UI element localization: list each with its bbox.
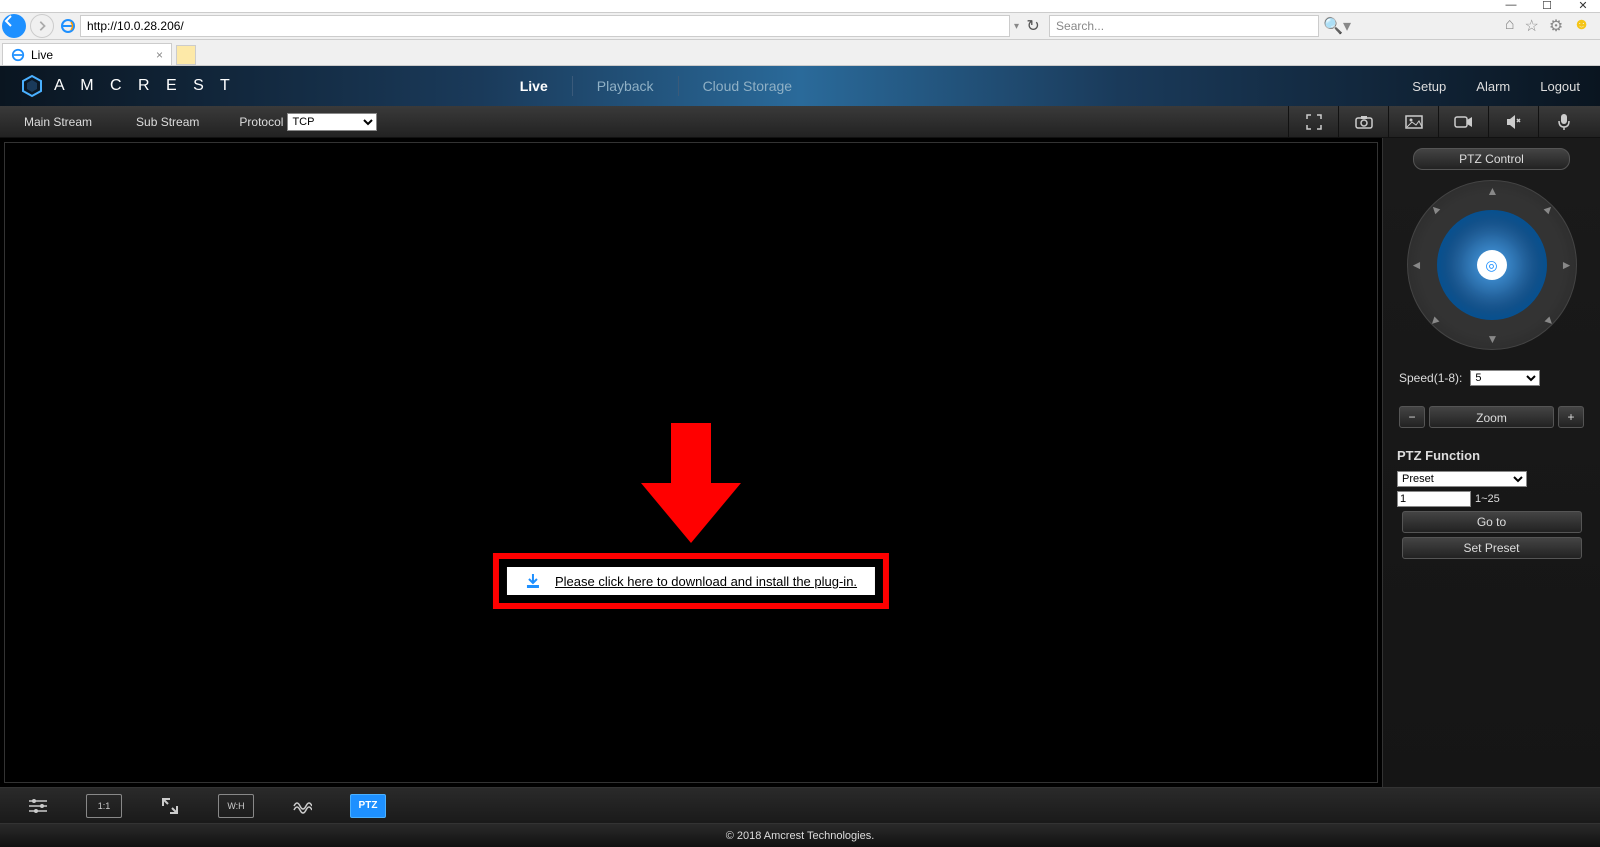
ptz-down-arrow[interactable]: ▼ — [1487, 332, 1499, 346]
window-minimize[interactable]: — — [1502, 0, 1520, 10]
protocol-label: Protocol — [239, 115, 283, 129]
download-plugin-link[interactable]: Please click here to download and instal… — [555, 574, 857, 589]
sub-stream-button[interactable]: Sub Stream — [124, 111, 211, 133]
ptz-direction-dial[interactable]: ◎ ▲ ▼ ◄ ► ▲ ▲ ▼ ▼ — [1407, 180, 1577, 350]
main-area: Please click here to download and instal… — [0, 138, 1600, 787]
forward-button[interactable] — [30, 14, 54, 38]
fluency-icon[interactable] — [284, 794, 320, 818]
brand-text: A M C R E S T — [54, 77, 236, 95]
footer: © 2018 Amcrest Technologies. — [0, 823, 1600, 847]
goto-button[interactable]: Go to — [1402, 511, 1582, 533]
main-stream-button[interactable]: Main Stream — [12, 111, 104, 133]
app-header: A M C R E S T Live Playback Cloud Storag… — [0, 66, 1600, 106]
ratio-11-button[interactable]: 1:1 — [86, 794, 122, 818]
camera-app: A M C R E S T Live Playback Cloud Storag… — [0, 66, 1600, 847]
ptz-panel: PTZ Control ◎ ▲ ▼ ◄ ► ▲ ▲ ▼ ▼ Speed(1-8)… — [1382, 138, 1600, 787]
bottom-toolbar: 1:1 W:H PTZ — [0, 787, 1600, 823]
download-highlight: Please click here to download and instal… — [493, 553, 889, 609]
ptz-center-icon[interactable]: ◎ — [1477, 250, 1507, 280]
hexagon-icon — [20, 74, 44, 98]
browser-tab-bar: Live × — [0, 40, 1600, 66]
main-nav: Live Playback Cloud Storage — [496, 76, 816, 96]
speed-label: Speed(1-8): — [1399, 371, 1462, 385]
nav-logout[interactable]: Logout — [1540, 79, 1580, 94]
nav-live[interactable]: Live — [496, 76, 573, 96]
nav-setup[interactable]: Setup — [1412, 79, 1446, 94]
fullscreen-icon[interactable] — [1288, 106, 1338, 138]
stream-toolbar: Main Stream Sub Stream Protocol TCP — [0, 106, 1600, 138]
snapshot-icon[interactable] — [1338, 106, 1388, 138]
zoom-label: Zoom — [1429, 406, 1554, 428]
window-maximize[interactable]: ☐ — [1538, 0, 1556, 10]
speed-select[interactable]: 5 — [1470, 370, 1540, 386]
adjust-icon[interactable] — [20, 794, 56, 818]
ptz-function-title: PTZ Function — [1397, 448, 1586, 463]
url-input[interactable]: http://10.0.28.206/ — [80, 15, 1010, 37]
back-button[interactable] — [2, 14, 26, 38]
ptz-left-arrow[interactable]: ◄ — [1411, 258, 1423, 272]
brand-logo: A M C R E S T — [20, 74, 236, 98]
dropdown-icon[interactable]: ▾ — [1014, 21, 1019, 32]
download-icon — [525, 573, 541, 589]
header-right: Setup Alarm Logout — [1412, 79, 1580, 94]
ptz-right-arrow[interactable]: ► — [1561, 258, 1573, 272]
address-bar: http://10.0.28.206/ ▾ ↻ Search... 🔍▾ ⌂ ☆… — [0, 12, 1600, 40]
window-close[interactable]: ✕ — [1574, 0, 1592, 10]
expand-icon[interactable] — [152, 794, 188, 818]
window-controls: — ☐ ✕ — [0, 0, 1600, 12]
zoom-in-button[interactable]: + — [1558, 406, 1584, 428]
zoom-out-button[interactable]: − — [1399, 406, 1425, 428]
browser-search-input[interactable]: Search... — [1049, 15, 1319, 37]
nav-cloud-storage[interactable]: Cloud Storage — [679, 76, 817, 96]
search-split-icon[interactable]: 🔍▾ — [1323, 16, 1351, 36]
new-tab-button[interactable] — [176, 45, 196, 65]
nav-playback[interactable]: Playback — [573, 76, 679, 96]
tab-close-icon[interactable]: × — [156, 48, 163, 62]
video-tool-icons — [1288, 106, 1588, 138]
preset-number-input[interactable] — [1397, 491, 1471, 507]
ptz-up-arrow[interactable]: ▲ — [1487, 184, 1499, 198]
favorites-icon[interactable]: ☆ — [1524, 16, 1538, 36]
browser-tab[interactable]: Live × — [2, 43, 172, 65]
speaker-icon[interactable] — [1488, 106, 1538, 138]
nav-alarm[interactable]: Alarm — [1476, 79, 1510, 94]
picture-icon[interactable] — [1388, 106, 1438, 138]
refresh-button[interactable]: ↻ — [1023, 16, 1043, 36]
record-icon[interactable] — [1438, 106, 1488, 138]
preset-range-label: 1~25 — [1475, 493, 1500, 505]
home-icon[interactable]: ⌂ — [1505, 16, 1515, 36]
ie-icon — [60, 18, 76, 34]
red-arrow-annotation — [641, 423, 741, 543]
ptz-function-select[interactable]: Preset — [1397, 471, 1527, 487]
microphone-icon[interactable] — [1538, 106, 1588, 138]
ratio-wh-button[interactable]: W:H — [218, 794, 254, 818]
download-plugin-button[interactable]: Please click here to download and instal… — [507, 567, 875, 595]
tab-title: Live — [31, 48, 53, 62]
settings-gear-icon[interactable]: ⚙ — [1549, 16, 1563, 36]
protocol-select[interactable]: TCP — [287, 113, 377, 131]
video-viewport: Please click here to download and instal… — [4, 142, 1378, 783]
emoji-icon[interactable]: ☻ — [1573, 16, 1590, 36]
ptz-toggle-button[interactable]: PTZ — [350, 794, 386, 818]
set-preset-button[interactable]: Set Preset — [1402, 537, 1582, 559]
ptz-panel-title: PTZ Control — [1413, 148, 1570, 170]
ie-icon — [11, 48, 25, 62]
